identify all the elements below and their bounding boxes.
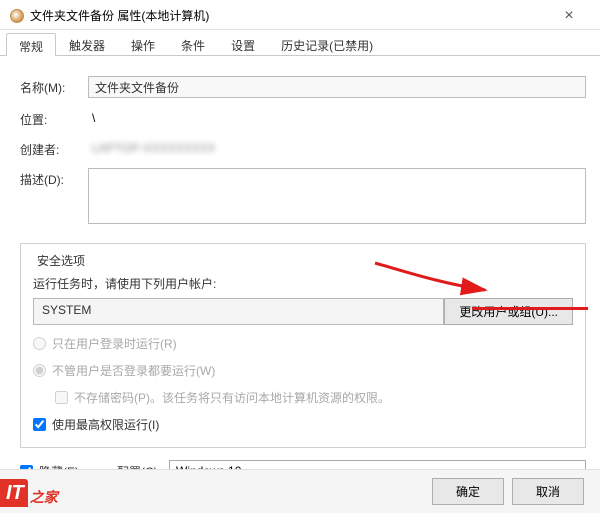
location-label: 位置:: [20, 108, 88, 128]
creator-value: LAPTOP-XXXXXXXXX: [88, 138, 586, 158]
check-no-store-pw[interactable]: 不存储密码(P)。该任务将只有访问本地计算机资源的权限。: [55, 389, 573, 406]
check-highest-priv-input[interactable]: [33, 418, 46, 431]
radio-logged-on-label: 只在用户登录时运行(R): [52, 335, 177, 352]
tab-actions[interactable]: 操作: [118, 32, 168, 55]
name-label: 名称(M):: [20, 76, 88, 96]
creator-label: 创建者:: [20, 138, 88, 158]
content: 名称(M): 位置: \ 创建者: LAPTOP-XXXXXXXXX 描述(D)…: [0, 56, 600, 448]
close-icon[interactable]: ×: [548, 5, 590, 27]
radio-any[interactable]: 不管用户是否登录都要运行(W): [33, 362, 573, 379]
check-highest-priv[interactable]: 使用最高权限运行(I): [33, 416, 573, 433]
security-fieldset: 安全选项 运行任务时，请使用下列用户帐户: SYSTEM 更改用户或组(U)..…: [20, 243, 586, 448]
tab-conditions[interactable]: 条件: [168, 32, 218, 55]
description-label: 描述(D):: [20, 168, 88, 188]
cancel-button[interactable]: 取消: [512, 478, 584, 505]
titlebar: 文件夹文件备份 属性(本地计算机) ×: [0, 0, 600, 30]
description-field[interactable]: [88, 168, 586, 224]
location-value: \: [88, 108, 586, 128]
radio-logged-on[interactable]: 只在用户登录时运行(R): [33, 335, 573, 352]
radio-any-input[interactable]: [33, 364, 46, 377]
ok-button[interactable]: 确定: [432, 478, 504, 505]
name-field[interactable]: [88, 76, 586, 98]
radio-any-label: 不管用户是否登录都要运行(W): [52, 362, 215, 379]
tab-general[interactable]: 常规: [6, 33, 56, 56]
tabs: 常规 触发器 操作 条件 设置 历史记录(已禁用): [0, 32, 600, 56]
window-title: 文件夹文件备份 属性(本地计算机): [30, 7, 548, 24]
change-user-button[interactable]: 更改用户或组(U)...: [444, 298, 573, 325]
tab-history[interactable]: 历史记录(已禁用): [268, 32, 386, 55]
check-highest-priv-label: 使用最高权限运行(I): [52, 416, 159, 433]
runas-label: 运行任务时，请使用下列用户帐户:: [33, 275, 573, 292]
radio-logged-on-input[interactable]: [33, 337, 46, 350]
tab-triggers[interactable]: 触发器: [56, 32, 118, 55]
task-icon: [10, 9, 24, 23]
check-no-store-pw-label: 不存储密码(P)。该任务将只有访问本地计算机资源的权限。: [74, 389, 390, 406]
check-no-store-pw-input[interactable]: [55, 391, 68, 404]
tab-settings[interactable]: 设置: [218, 32, 268, 55]
security-legend: 安全选项: [33, 252, 89, 269]
footer: 确定 取消: [0, 469, 600, 513]
user-account-box: SYSTEM: [33, 298, 444, 325]
